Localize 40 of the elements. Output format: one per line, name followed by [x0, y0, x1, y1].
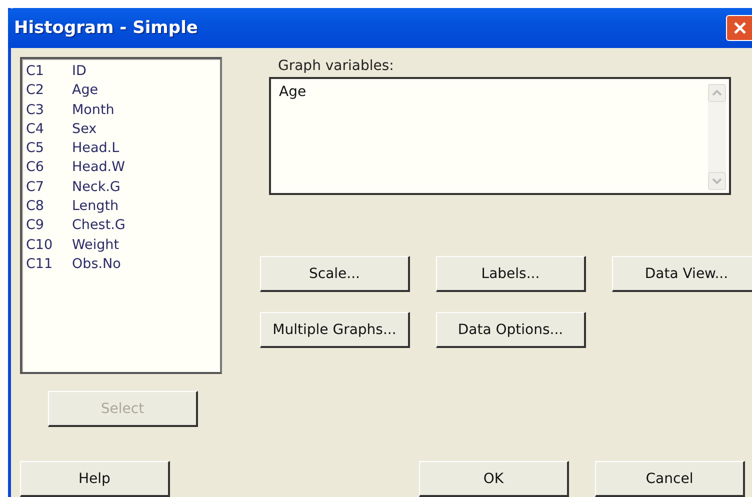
option-button[interactable]: Scale... — [260, 256, 410, 292]
variable-name[interactable]: Age — [72, 81, 216, 101]
column-id[interactable]: C5 — [26, 139, 72, 158]
graph-variables-label: Graph variables: — [278, 58, 395, 74]
close-icon — [732, 21, 746, 35]
column-id[interactable]: C3 — [26, 100, 72, 120]
column-id[interactable]: C1 — [26, 62, 72, 82]
option-button[interactable]: Data View... — [612, 256, 752, 292]
option-button[interactable]: Labels... — [436, 256, 586, 292]
variable-name[interactable]: Month — [72, 100, 216, 120]
option-button[interactable]: Multiple Graphs... — [260, 312, 410, 348]
column-id[interactable]: C9 — [26, 216, 72, 236]
field-value: Age — [279, 84, 306, 102]
variable-name[interactable]: Obs.No — [72, 254, 216, 274]
variable-list[interactable]: C1 ID C2 Age C3 Month C4 Sex C5 Head.L C6 Head.W C7 Neck.G C8 Length C9 Chest.G C10 Weight C11 Obs.No — [20, 57, 222, 374]
graph-variables-field[interactable]: Age — [269, 77, 731, 195]
variable-name[interactable]: Head.W — [72, 158, 216, 178]
column-id[interactable]: C4 — [26, 120, 72, 140]
close-button[interactable] — [726, 15, 752, 41]
help-button[interactable]: Help — [20, 461, 170, 497]
column-id[interactable]: C8 — [26, 197, 72, 216]
variable-name[interactable]: Weight — [72, 236, 216, 255]
column-id[interactable]: C7 — [26, 178, 72, 198]
scroll-down-icon[interactable] — [708, 172, 726, 190]
variable-name[interactable]: Length — [72, 197, 216, 216]
column-id[interactable]: C6 — [26, 158, 72, 178]
column-id[interactable]: C11 — [26, 254, 72, 274]
window-title: Histogram - Simple — [14, 18, 198, 38]
variable-name[interactable]: Neck.G — [72, 178, 216, 198]
option-button[interactable]: Data Options... — [436, 312, 586, 348]
column-id[interactable]: C2 — [26, 81, 72, 101]
variable-name[interactable]: Chest.G — [72, 216, 216, 236]
variable-name[interactable]: ID — [72, 62, 216, 82]
column-id[interactable]: C10 — [26, 236, 72, 255]
cancel-button[interactable]: Cancel — [595, 461, 745, 497]
variable-name[interactable]: Sex — [72, 120, 216, 140]
ok-button[interactable]: OK — [419, 461, 569, 497]
variable-name[interactable]: Head.L — [72, 139, 216, 158]
scrollbar[interactable] — [708, 84, 726, 190]
scroll-up-icon[interactable] — [708, 84, 726, 102]
